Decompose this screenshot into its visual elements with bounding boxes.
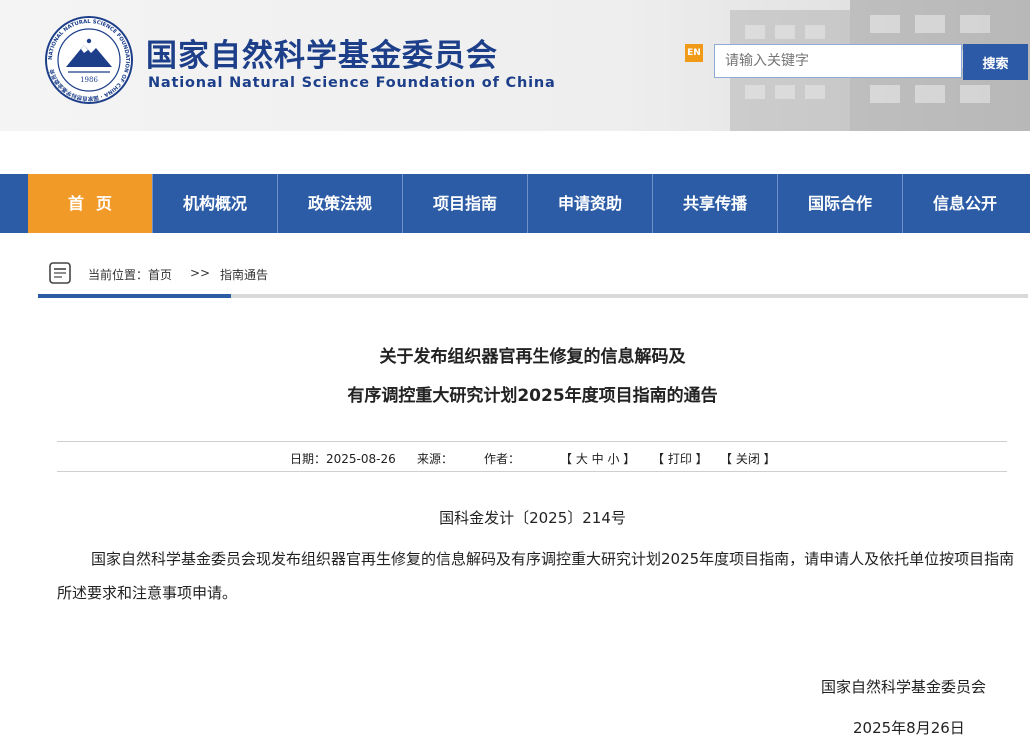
article-body: 国家自然科学基金委员会现发布组织器官再生修复的信息解码及有序调控重大研究计划20…	[57, 550, 1015, 602]
meta-divider-top	[57, 441, 1007, 442]
nav-item-policies[interactable]: 政策法规	[278, 174, 402, 233]
close-link[interactable]: 【 关闭 】	[720, 450, 776, 467]
article-title-line-2: 有序调控重大研究计划2025年度项目指南的通告	[347, 386, 718, 406]
meta-divider-bottom	[57, 471, 1007, 472]
article-date: 日期：2025-08-26	[290, 452, 396, 466]
signature-date: 2025年8月26日	[853, 719, 965, 737]
search-input[interactable]	[714, 44, 962, 78]
nav-item-guides[interactable]: 项目指南	[403, 174, 527, 233]
nsfc-logo-seal: NATIONAL NATURAL SCIENCE FOUNDATION OF C…	[45, 16, 133, 104]
nav-item-funding[interactable]: 申请资助	[528, 174, 652, 233]
font-size-control[interactable]: 【 大 中 小 】	[560, 450, 635, 467]
site-header: NATIONAL NATURAL SCIENCE FOUNDATION OF C…	[0, 0, 1030, 131]
site-title-cn: 国家自然科学基金委员会	[146, 38, 498, 74]
article-title-line-1: 关于发布组织器官再生修复的信息解码及	[379, 347, 686, 367]
english-version-link[interactable]: EN	[685, 44, 703, 62]
document-icon	[49, 262, 71, 284]
nav-item-international[interactable]: 国际合作	[778, 174, 902, 233]
article-author: 作者：	[484, 452, 521, 466]
site-title-en: National Natural Science Foundation of C…	[148, 75, 556, 91]
print-link[interactable]: 【 打印 】	[652, 450, 708, 467]
nav-item-about[interactable]: 机构概况	[153, 174, 277, 233]
main-nav: 首页 机构概况 政策法规 项目指南 申请资助 共享传播 国际合作 信息公开	[0, 174, 1030, 233]
breadcrumb-underline-accent	[38, 294, 231, 298]
breadcrumb-separator: >>	[190, 266, 211, 280]
nav-item-home[interactable]: 首页	[28, 174, 152, 233]
nav-item-sharing[interactable]: 共享传播	[653, 174, 777, 233]
breadcrumb-home-link[interactable]: 当前位置：首页	[88, 266, 172, 283]
seal-year: 1986	[80, 76, 98, 84]
article-source: 来源：	[417, 452, 454, 466]
signature-org: 国家自然科学基金委员会	[821, 678, 987, 696]
document-number: 国科金发计〔2025〕214号	[439, 509, 626, 527]
nav-item-disclosure[interactable]: 信息公开	[903, 174, 1027, 233]
breadcrumb-current[interactable]: 指南通告	[220, 266, 268, 283]
search-button[interactable]: 搜索	[963, 44, 1028, 80]
